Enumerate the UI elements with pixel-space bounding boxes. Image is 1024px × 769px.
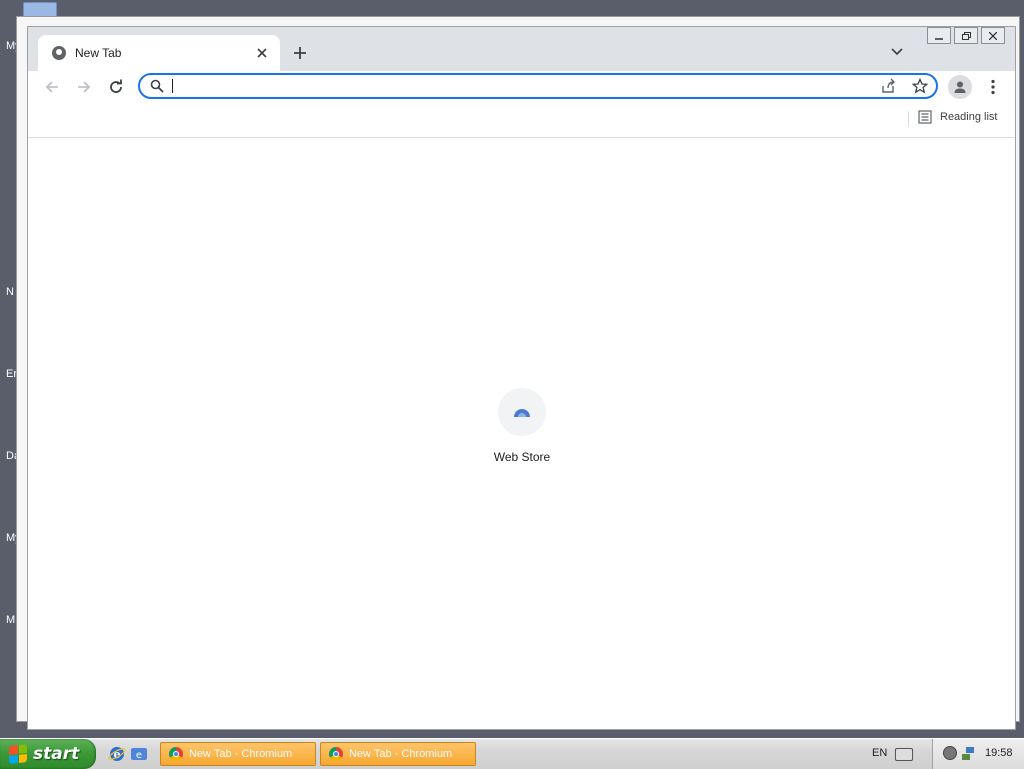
tab-strip: New Tab (28, 27, 1015, 71)
keyboard-icon[interactable] (895, 748, 913, 761)
close-window-button[interactable] (981, 27, 1005, 44)
web-store-icon (498, 388, 546, 436)
more-vert-icon (991, 79, 995, 95)
network-icon[interactable] (961, 745, 975, 761)
taskbar-task-chromium[interactable]: New Tab - Chromium (160, 742, 316, 766)
forward-button[interactable] (70, 73, 98, 101)
browser-window: New Tab Reading list Web Store (27, 26, 1016, 730)
reload-button[interactable] (102, 73, 130, 101)
bookmarks-separator (908, 111, 909, 127)
window-controls (927, 27, 1005, 44)
tab-new-tab[interactable]: New Tab (38, 35, 280, 71)
task-label: New Tab - Chromium (349, 748, 453, 760)
start-label: start (33, 744, 80, 764)
tab-title: New Tab (75, 46, 122, 60)
task-label: New Tab - Chromium (189, 748, 293, 760)
taskbar-task-chromium[interactable]: New Tab - Chromium (320, 742, 476, 766)
text-caret (172, 79, 173, 93)
svg-text:e: e (136, 750, 142, 761)
close-icon (257, 48, 267, 58)
reading-list-button[interactable]: Reading list (918, 110, 997, 124)
chromium-icon (169, 747, 183, 761)
globe-icon (52, 46, 66, 60)
minimize-button[interactable] (927, 27, 951, 44)
menu-button[interactable] (983, 75, 1003, 99)
security-icon[interactable] (943, 746, 957, 760)
shortcut-label: Web Store (493, 450, 551, 464)
new-tab-button[interactable] (286, 39, 314, 67)
arrow-right-icon (78, 81, 91, 93)
reload-icon (110, 79, 122, 93)
restore-button[interactable] (954, 27, 978, 44)
star-icon[interactable] (912, 78, 928, 94)
chevron-down-icon (891, 48, 903, 56)
internet-explorer-icon[interactable]: e (108, 745, 126, 763)
share-icon[interactable] (880, 78, 896, 94)
minimize-icon (935, 37, 943, 40)
system-tray: 19:58 (932, 739, 1024, 769)
address-input[interactable] (170, 77, 874, 97)
tab-close-button[interactable] (252, 43, 272, 63)
desktop-icon-label[interactable]: N (6, 286, 14, 298)
start-button[interactable]: start (0, 739, 96, 769)
search-icon (150, 79, 164, 93)
language-indicator[interactable]: EN (872, 747, 887, 759)
clock: 19:58 (985, 747, 1013, 759)
reading-list-label: Reading list (940, 111, 998, 123)
shortcut-web-store[interactable]: Web Store (468, 388, 576, 478)
profile-button[interactable] (948, 75, 972, 99)
new-tab-page: Web Store (28, 138, 1015, 728)
plus-icon (294, 47, 306, 59)
chromium-icon (329, 747, 343, 761)
back-button[interactable] (38, 73, 66, 101)
email-client-icon[interactable]: e (130, 745, 148, 763)
desktop-icon-label[interactable]: M (6, 614, 15, 626)
taskbar: start e e New Tab - Chromium New Tab - C… (0, 738, 1024, 769)
tab-search-button[interactable] (886, 41, 908, 63)
reading-list-icon (918, 110, 932, 124)
arrow-left-icon (45, 81, 58, 93)
omnibox[interactable] (138, 73, 938, 99)
toolbar (28, 71, 1015, 105)
restore-icon (961, 31, 971, 40)
person-icon (954, 81, 966, 93)
bookmarks-bar: Reading list (28, 105, 1015, 138)
close-icon (989, 31, 997, 40)
windows-logo-icon (9, 744, 27, 764)
